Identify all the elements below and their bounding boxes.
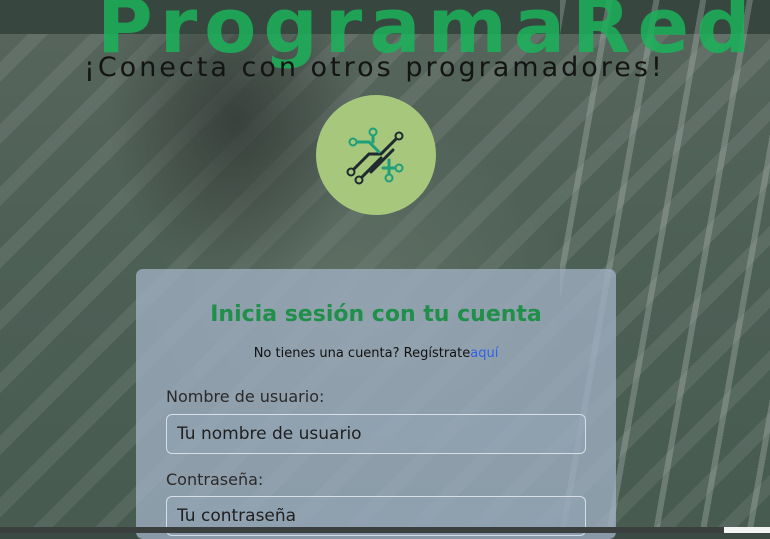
signup-link[interactable]: aquí bbox=[470, 346, 498, 361]
signup-prompt-text: No tienes una cuenta? Regístrate bbox=[253, 346, 471, 361]
login-card: Inicia sesión con tu cuenta No tienes un… bbox=[136, 269, 616, 539]
login-title: Inicia sesión con tu cuenta bbox=[210, 302, 542, 327]
password-label: Contraseña: bbox=[166, 470, 264, 489]
bottom-strip bbox=[0, 527, 770, 533]
username-input[interactable] bbox=[166, 414, 586, 454]
bottom-strip-light bbox=[724, 527, 770, 533]
signup-prompt: No tienes una cuenta? Regístrateaquí bbox=[136, 346, 616, 361]
circuit-icon bbox=[346, 127, 404, 185]
brand-tagline: ¡Conecta con otros programadores! bbox=[84, 52, 665, 83]
logo bbox=[316, 95, 436, 215]
username-label: Nombre de usuario: bbox=[166, 387, 325, 406]
